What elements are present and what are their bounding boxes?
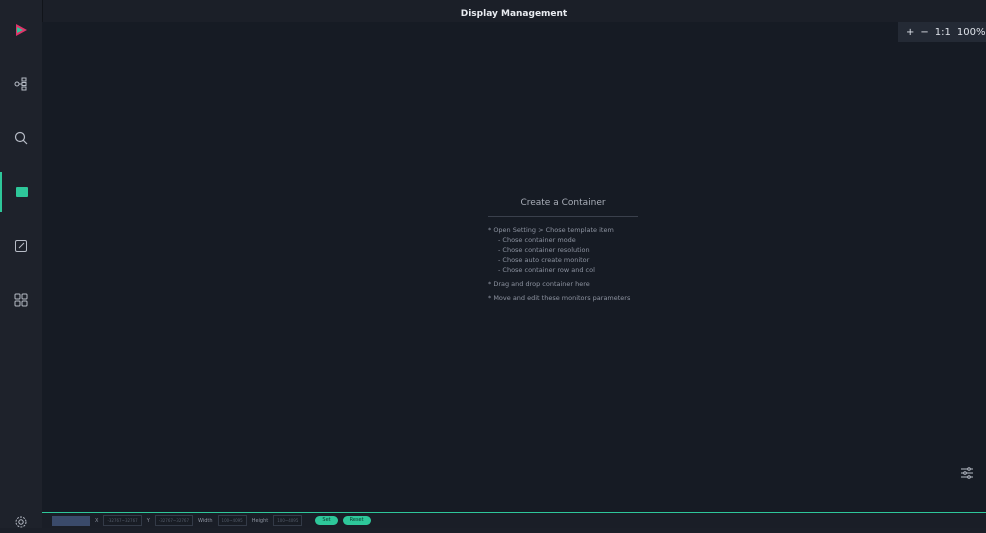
sidebar [0,0,43,528]
height-label: Height [251,517,269,524]
display-canvas[interactable]: Create a Container * Open Setting > Chos… [42,22,986,512]
instruction-subitem: - Chose container resolution [498,246,590,254]
instruction-subitem: - Chose container mode [498,236,576,244]
instruction-subitem: - Chose container row and col [498,266,595,274]
height-input[interactable]: 100~4095 [273,515,303,526]
edit-icon[interactable] [0,226,42,266]
apps-grid-icon[interactable] [0,280,42,320]
display-icon[interactable] [0,172,42,212]
filter-sliders-icon[interactable] [958,464,976,482]
zoom-in-button[interactable]: + [906,27,914,38]
instruction-item: * Move and edit these monitors parameter… [488,294,631,302]
y-label: Y [146,517,150,524]
set-button[interactable]: Set [315,516,338,525]
zoom-level: 100% [956,26,986,38]
zoom-controls: + − 1:1 100% [898,22,986,42]
instruction-subitem: - Chose auto create monitor [498,256,590,264]
empty-state-panel: Create a Container * Open Setting > Chos… [488,198,648,303]
instruction-item: * Drag and drop container here [488,280,590,288]
settings-gear-icon[interactable] [14,514,28,533]
window-title: Display Management [460,9,568,19]
zoom-reset-button[interactable]: 1:1 [935,27,951,38]
width-label: Width [198,517,213,524]
width-input[interactable]: 100~4095 [217,515,247,526]
topology-icon[interactable] [0,64,42,104]
footer-toolbar: X -32767~32767 Y -32767~32767 Width 100~… [42,512,986,528]
empty-state-heading: Create a Container [488,198,638,217]
selected-item-swatch [52,515,90,526]
logo-icon[interactable] [0,10,42,50]
zoom-out-button[interactable]: − [920,27,928,38]
search-icon[interactable] [0,118,42,158]
y-input[interactable]: -32767~32767 [154,515,193,526]
x-label: X [95,517,99,524]
x-input[interactable]: -32767~32767 [103,515,142,526]
reset-button[interactable]: Reset [342,516,371,525]
instruction-item: * Open Setting > Chose template item [488,226,614,234]
